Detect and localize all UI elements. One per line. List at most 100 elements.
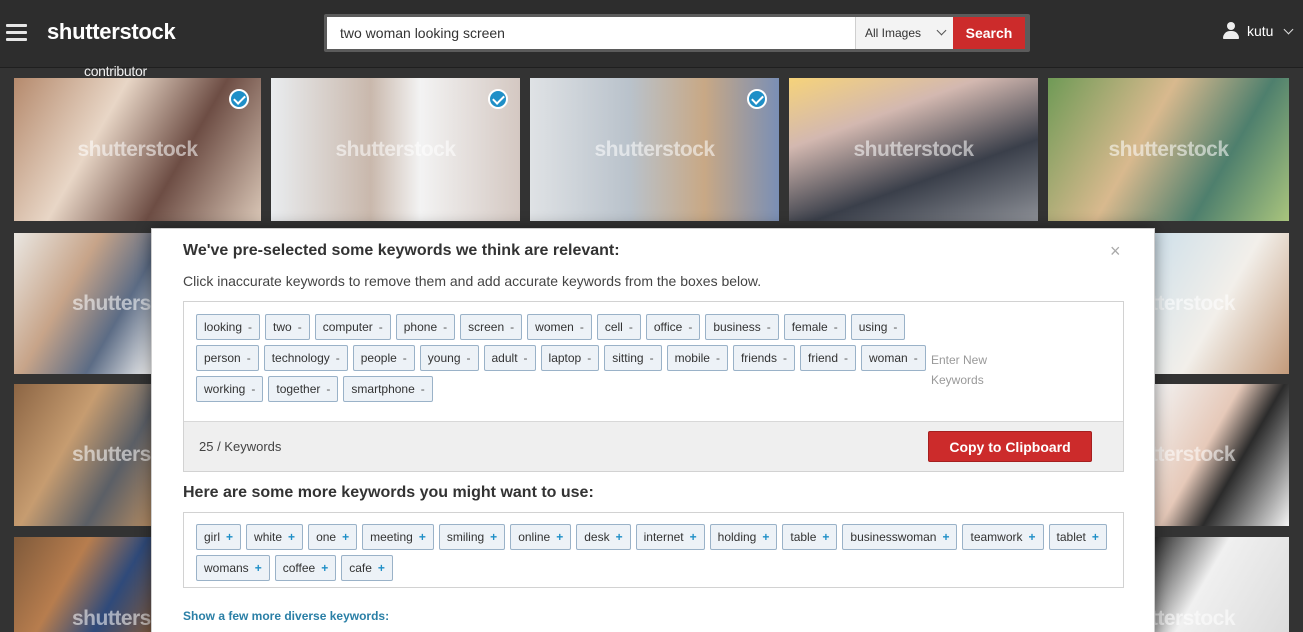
watermark: shutterstock <box>594 137 715 161</box>
search-scope-select[interactable]: All Images <box>855 17 953 49</box>
suggested-keyword-chip[interactable]: teamwork + <box>962 524 1044 550</box>
suggested-keyword-chip[interactable]: internet + <box>635 524 705 550</box>
image-thumbnail[interactable]: shutterstock <box>1155 537 1289 632</box>
keyword-chip[interactable]: adult - <box>483 345 536 371</box>
keyword-chip[interactable]: women - <box>527 314 592 340</box>
check-icon[interactable] <box>229 89 249 109</box>
keyword-chip[interactable]: people - <box>352 345 415 371</box>
suggested-keyword-chip[interactable]: one + <box>308 524 358 550</box>
keyword-chip[interactable]: business - <box>705 314 779 340</box>
keyword-chip[interactable]: sitting - <box>604 345 662 371</box>
add-icon: + <box>689 530 697 544</box>
add-icon: + <box>418 530 426 544</box>
keyword-label: mobile <box>674 351 710 365</box>
add-icon: + <box>556 530 564 544</box>
add-icon: + <box>254 561 262 575</box>
suggested-keyword-chip[interactable]: table + <box>782 524 838 550</box>
suggested-keyword-chip[interactable]: white + <box>246 524 304 550</box>
image-thumbnail[interactable]: shutterstock <box>789 78 1038 221</box>
remove-icon: - <box>688 320 693 334</box>
keyword-count: 25 / Keywords <box>199 439 282 454</box>
watermark: shutterstock <box>1155 443 1236 466</box>
keyword-label: womans <box>204 561 249 575</box>
search-button[interactable]: Search <box>953 17 1025 49</box>
keyword-chip[interactable]: female - <box>783 314 846 340</box>
keyword-chip[interactable]: mobile - <box>666 345 728 371</box>
keyword-label: white <box>254 530 283 544</box>
suggested-keyword-chip[interactable]: coffee + <box>274 555 337 581</box>
suggested-keyword-chip[interactable]: womans + <box>196 555 270 581</box>
keyword-label: two <box>273 320 292 334</box>
suggested-keyword-chip[interactable]: businesswoman + <box>842 524 958 550</box>
suggested-keyword-list: girl + white + one + meeting + smiling + online + de… <box>196 524 1116 586</box>
keyword-chip[interactable]: smartphone - <box>343 376 433 402</box>
suggested-keyword-chip[interactable]: holding + <box>709 524 778 550</box>
keyword-chip[interactable]: two - <box>265 314 310 340</box>
copy-to-clipboard-button[interactable]: Copy to Clipboard <box>928 431 1092 462</box>
keyword-chip[interactable]: young - <box>419 345 479 371</box>
keyword-label: tablet <box>1056 530 1086 544</box>
keyword-chip[interactable]: technology - <box>263 345 348 371</box>
keyword-chip[interactable]: looking - <box>196 314 261 340</box>
suggested-keyword-chip[interactable]: tablet + <box>1048 524 1107 550</box>
remove-icon: - <box>766 320 771 334</box>
suggested-keyword-chip[interactable]: girl + <box>196 524 242 550</box>
suggested-keyword-chip[interactable]: meeting + <box>362 524 434 550</box>
keyword-label: desk <box>584 530 610 544</box>
keyword-label: table <box>790 530 817 544</box>
keyword-chip[interactable]: laptop - <box>540 345 600 371</box>
keyword-chip[interactable]: using - <box>850 314 906 340</box>
keyword-label: phone <box>403 320 438 334</box>
keyword-label: meeting <box>370 530 413 544</box>
image-thumbnail[interactable]: shutterstock <box>271 78 520 221</box>
user-menu[interactable]: kutu <box>1222 22 1294 40</box>
keyword-chip[interactable]: computer - <box>314 314 391 340</box>
image-thumbnail[interactable]: shutterstock <box>14 233 151 374</box>
image-thumbnail[interactable]: shutterstock <box>1155 233 1289 374</box>
image-thumbnail[interactable]: shutterstock <box>14 78 261 221</box>
keyword-label: person <box>204 351 241 365</box>
remove-icon: - <box>715 351 720 365</box>
keyword-chip[interactable]: together - <box>268 376 339 402</box>
remove-icon: - <box>326 382 331 396</box>
suggested-keyword-chip[interactable]: online + <box>510 524 572 550</box>
image-thumbnail[interactable]: shutterstock <box>1155 384 1289 526</box>
search-input[interactable] <box>327 17 855 49</box>
keyword-chip[interactable]: office - <box>645 314 701 340</box>
add-icon: + <box>942 530 950 544</box>
keyword-chip[interactable]: woman - <box>861 345 926 371</box>
keyword-chip[interactable]: friends - <box>732 345 795 371</box>
top-bar: shutterstock contributor All Images Searc… <box>0 0 1303 79</box>
suggested-keyword-chip[interactable]: desk + <box>576 524 631 550</box>
keyword-label: people <box>360 351 397 365</box>
diverse-keywords-link[interactable]: Show a few more diverse keywords: <box>183 609 389 623</box>
image-thumbnail[interactable]: shutterstock <box>530 78 779 221</box>
remove-icon: - <box>402 351 407 365</box>
suggested-keyword-chip[interactable]: cafe + <box>341 555 393 581</box>
keyword-label: businesswoman <box>850 530 937 544</box>
image-thumbnail[interactable]: shutterstock <box>14 384 151 526</box>
add-icon: + <box>822 530 830 544</box>
suggested-keyword-chip[interactable]: smiling + <box>438 524 506 550</box>
keyword-chip[interactable]: phone - <box>395 314 456 340</box>
check-icon[interactable] <box>488 89 508 109</box>
keyword-label: looking <box>204 320 243 334</box>
remove-icon: - <box>420 382 425 396</box>
image-thumbnail[interactable]: shutterstock <box>14 537 151 632</box>
check-icon[interactable] <box>747 89 767 109</box>
keyword-label: computer <box>322 320 373 334</box>
close-icon[interactable]: × <box>1110 241 1121 262</box>
new-keywords-input[interactable] <box>931 350 1001 416</box>
keyword-chip[interactable]: screen - <box>460 314 523 340</box>
keyword-chip[interactable]: person - <box>196 345 259 371</box>
keyword-label: online <box>518 530 551 544</box>
keyword-label: smartphone <box>351 382 415 396</box>
watermark: shutterstock <box>72 291 151 315</box>
keyword-chip[interactable]: cell - <box>596 314 641 340</box>
keyword-chip[interactable]: friend - <box>799 345 857 371</box>
keyword-chip[interactable]: working - <box>196 376 264 402</box>
menu-icon[interactable] <box>6 24 27 41</box>
logo[interactable]: shutterstock contributor <box>47 19 176 79</box>
keyword-label: working <box>204 382 246 396</box>
image-thumbnail[interactable]: shutterstock <box>1048 78 1289 221</box>
